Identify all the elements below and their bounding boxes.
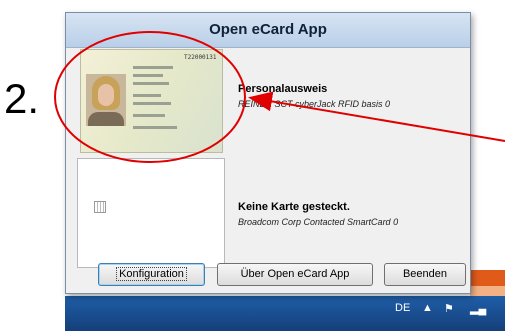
annotation-arrow [248, 91, 505, 142]
annotation-overlay [54, 31, 505, 163]
highlight-circle [54, 31, 246, 163]
